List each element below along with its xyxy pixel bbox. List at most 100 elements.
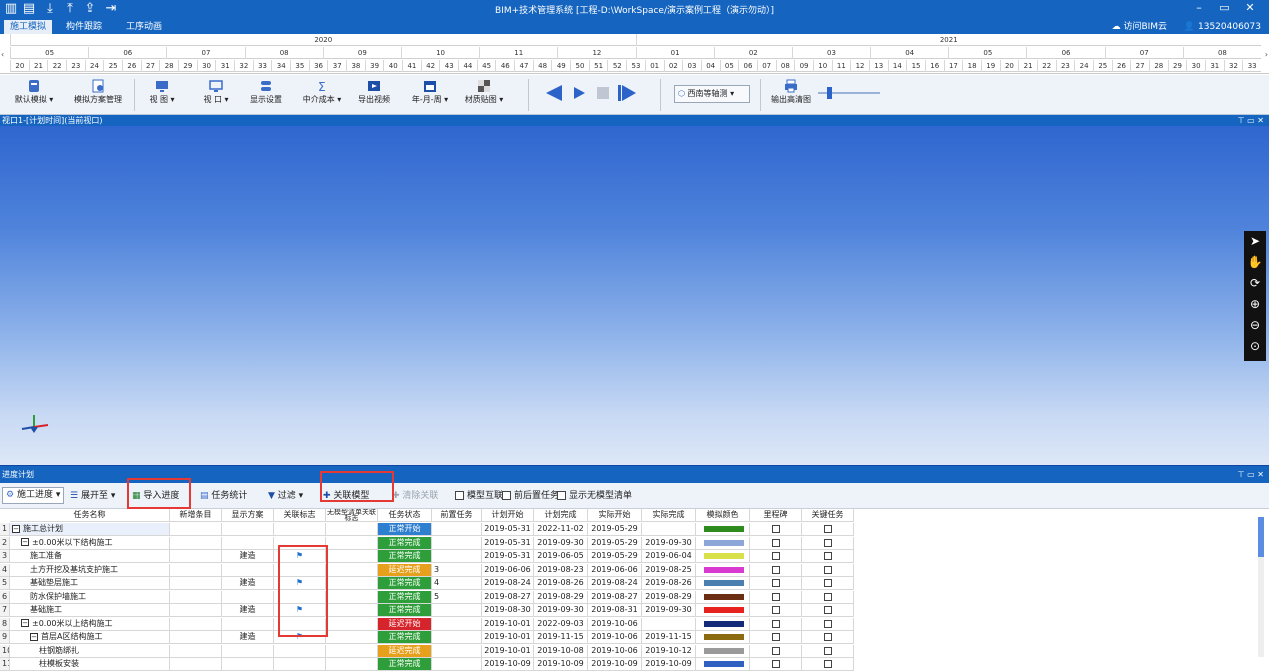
predecessor-cell[interactable]: [432, 550, 482, 563]
unmodeled-flag-cell[interactable]: [326, 590, 378, 604]
new-item-cell[interactable]: [170, 604, 222, 617]
sim-color-cell[interactable]: [696, 536, 750, 550]
timeline-week[interactable]: 50: [570, 60, 589, 72]
timeline-week[interactable]: 51: [588, 60, 608, 72]
task-name-cell[interactable]: 土方开挖及基坑支护施工: [10, 563, 170, 577]
timeline-week[interactable]: 21: [1018, 60, 1037, 72]
timeline-week[interactable]: 22: [1036, 60, 1056, 72]
plan-start-cell[interactable]: 2019-10-01: [482, 617, 534, 631]
sim-color-cell[interactable]: [696, 563, 750, 577]
actual-finish-cell[interactable]: 2019-09-30: [642, 604, 696, 617]
display-scheme-cell[interactable]: [222, 536, 274, 550]
milestone-cell[interactable]: [750, 658, 802, 671]
actual-start-cell[interactable]: 2019-10-06: [588, 644, 642, 658]
display-scheme-cell[interactable]: [222, 617, 274, 631]
col-link-flag[interactable]: 关联标志: [274, 509, 326, 522]
pan-hand-icon[interactable]: ✋: [1244, 252, 1266, 273]
sim-color-cell[interactable]: [696, 604, 750, 617]
unmodeled-flag-cell[interactable]: [326, 631, 378, 644]
sim-color-cell[interactable]: [696, 658, 750, 671]
display-scheme-cell[interactable]: [222, 590, 274, 604]
timeline-week[interactable]: 21: [28, 60, 48, 72]
timeline-week[interactable]: 22: [47, 60, 66, 72]
plan-start-cell[interactable]: 2019-06-06: [482, 563, 534, 577]
predecessor-cell[interactable]: [432, 658, 482, 671]
task-name-cell[interactable]: − 施工总计划: [10, 523, 170, 536]
new-item-cell[interactable]: [170, 550, 222, 563]
sim-color-cell[interactable]: [696, 631, 750, 644]
timeline-week[interactable]: 01: [644, 60, 664, 72]
display-scheme-cell[interactable]: [222, 563, 274, 577]
timeline-week[interactable]: 23: [66, 60, 85, 72]
3d-viewport[interactable]: ➤ ✋ ⟳ ⊕ ⊖ ⊙: [0, 126, 1269, 465]
milestone-checkbox[interactable]: [772, 565, 780, 574]
display-settings-button[interactable]: 显示设置: [246, 77, 286, 113]
timeline-week[interactable]: 13: [868, 60, 888, 72]
new-item-cell[interactable]: [170, 617, 222, 631]
plan-start-cell[interactable]: 2019-08-24: [482, 577, 534, 590]
timeline-ruler[interactable]: ‹ › 2020 2021 05 06 07 08 09 10 11 12 01 02 03 04 05 0…: [0, 34, 1269, 74]
model-interlink-box[interactable]: [455, 491, 464, 500]
plan-finish-cell[interactable]: 2019-08-26: [534, 577, 588, 590]
collapse-toggle-icon[interactable]: −: [30, 632, 38, 641]
timeline-right-arrow-icon[interactable]: ›: [1265, 50, 1268, 59]
task-name-cell[interactable]: 柱模板安装: [10, 658, 170, 671]
export-hd-button[interactable]: 输出高清图: [768, 77, 814, 113]
key-task-cell[interactable]: [802, 536, 854, 550]
predecessor-cell[interactable]: [432, 631, 482, 644]
actual-finish-cell[interactable]: 2019-08-25: [642, 563, 696, 577]
actual-start-cell[interactable]: 2019-05-29: [588, 550, 642, 563]
predecessor-cell[interactable]: 5: [432, 590, 482, 604]
default-sim-button[interactable]: 默认模拟 ▾: [6, 77, 62, 113]
key-task-checkbox[interactable]: [824, 619, 832, 628]
sim-manage-button[interactable]: 模拟方案管理: [70, 77, 126, 113]
task-name-cell[interactable]: − ±0.00米以上结构施工: [10, 617, 170, 631]
actual-start-cell[interactable]: 2019-06-06: [588, 563, 642, 577]
predecessor-cell[interactable]: [432, 617, 482, 631]
timeline-week[interactable]: 47: [514, 60, 533, 72]
grid-scrollbar[interactable]: [1258, 517, 1264, 657]
sim-color-cell[interactable]: [696, 523, 750, 536]
plan-start-cell[interactable]: 2019-05-31: [482, 550, 534, 563]
col-plan-finish[interactable]: 计划完成: [534, 509, 588, 522]
milestone-checkbox[interactable]: [772, 606, 780, 614]
view-window-button[interactable]: 视 口 ▾: [196, 77, 236, 113]
expand-to-button[interactable]: ☰ 展开至 ▾: [70, 489, 115, 503]
timeline-week[interactable]: 53: [626, 60, 645, 72]
timeline-week[interactable]: 11: [831, 60, 851, 72]
collapse-toggle-icon[interactable]: −: [12, 524, 20, 533]
unmodeled-flag-cell[interactable]: [326, 658, 378, 671]
key-task-cell[interactable]: [802, 563, 854, 577]
table-row[interactable]: 9− 首层A区结构施工 建造 ⚑ 正常完成 2019-10-01 2019-11-15 201…: [0, 631, 870, 644]
view-diagram-button[interactable]: 视 图 ▾: [142, 77, 182, 113]
milestone-checkbox[interactable]: [772, 619, 780, 628]
plan-finish-cell[interactable]: 2019-06-05: [534, 550, 588, 563]
forward-icon[interactable]: [616, 84, 638, 102]
plan-start-cell[interactable]: 2019-05-31: [482, 536, 534, 550]
timeline-week[interactable]: 33: [1242, 60, 1261, 72]
col-actual-start[interactable]: 实际开始: [588, 509, 642, 522]
plan-finish-cell[interactable]: 2019-11-15: [534, 631, 588, 644]
actual-finish-cell[interactable]: 2019-06-04: [642, 550, 696, 563]
milestone-cell[interactable]: [750, 644, 802, 658]
zoom-extent-icon[interactable]: ⊙: [1244, 336, 1266, 357]
milestone-checkbox[interactable]: [772, 579, 780, 587]
key-task-cell[interactable]: [802, 631, 854, 644]
link-flag-cell[interactable]: [274, 523, 326, 536]
predecessor-cell[interactable]: 3: [432, 563, 482, 577]
timeline-week[interactable]: 29: [1167, 60, 1187, 72]
predecessor-cell[interactable]: [432, 523, 482, 536]
tab-construction-sim[interactable]: 施工模拟: [4, 20, 53, 34]
col-actual-finish[interactable]: 实际完成: [642, 509, 696, 522]
actual-finish-cell[interactable]: 2019-08-26: [642, 577, 696, 590]
unmodeled-flag-cell[interactable]: [326, 563, 378, 577]
filter-button[interactable]: ▼ 过滤 ▾: [268, 489, 303, 503]
timeline-week[interactable]: 27: [1130, 60, 1149, 72]
col-milestone[interactable]: 里程碑: [750, 509, 802, 522]
timeline-week[interactable]: 34: [271, 60, 290, 72]
actual-finish-cell[interactable]: 2019-10-12: [642, 644, 696, 658]
task-name-cell[interactable]: 防水保护墙施工: [10, 590, 170, 604]
timeline-week[interactable]: 42: [420, 60, 440, 72]
plan-start-cell[interactable]: 2019-05-31: [482, 523, 534, 536]
display-scheme-cell[interactable]: [222, 644, 274, 658]
